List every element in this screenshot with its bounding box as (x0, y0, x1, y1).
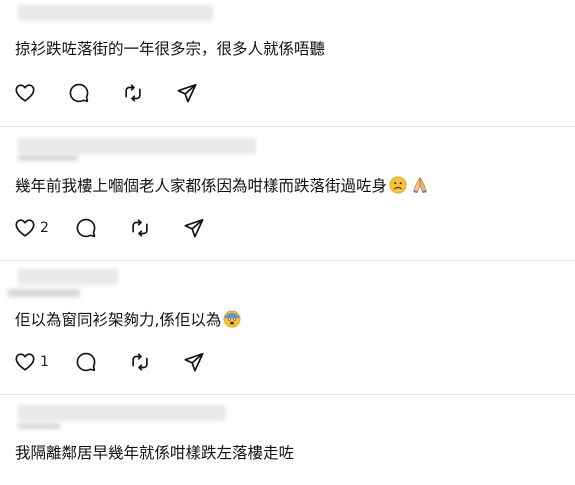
comment-text-body: 幾年前我樓上嗰個老人家都係因為咁樣而跌落街過咗身 (15, 177, 388, 195)
divider (0, 126, 575, 127)
blurred-username (18, 269, 118, 285)
like-count: 2 (40, 220, 49, 236)
comment-icon (69, 83, 89, 103)
share-icon (184, 352, 204, 372)
comment-actions: 2 (14, 216, 205, 240)
comment-text: 佢以為窗同衫架夠力,係佢以為 (15, 309, 241, 331)
heart-icon (15, 219, 35, 237)
heart-icon (15, 84, 35, 102)
blurred-username (18, 5, 213, 21)
share-icon (184, 218, 204, 238)
like-count: 1 (40, 354, 49, 370)
divider (0, 260, 575, 261)
comment-text: 幾年前我樓上嗰個老人家都係因為咁樣而跌落街過咗身 (15, 175, 429, 197)
fearful-face-emoji (223, 310, 241, 328)
folded-hands-emoji (413, 177, 427, 194)
repost-button[interactable] (122, 81, 144, 105)
blurred-handle (18, 423, 60, 429)
comment-actions: 1 (14, 350, 205, 374)
comment-text-body: 佢以為窗同衫架夠力,係佢以為 (15, 311, 222, 329)
blurred-username (18, 138, 256, 154)
comment-button[interactable] (68, 81, 90, 105)
divider (0, 394, 575, 395)
heart-icon (15, 353, 35, 371)
share-icon (177, 83, 197, 103)
repost-icon (132, 353, 148, 371)
comment-icon (76, 352, 96, 372)
comment-text: 我隔離鄰居早幾年就係咁樣跌左落樓走咗 (15, 444, 295, 462)
repost-icon (125, 84, 141, 102)
blurred-handle (8, 289, 80, 297)
comment-icon (76, 218, 96, 238)
comment-text: 掠衫跌咗落街的一年很多宗，很多人就係唔聽 (15, 40, 326, 58)
share-button[interactable] (183, 216, 205, 240)
share-button[interactable] (183, 350, 205, 374)
repost-button[interactable] (129, 216, 151, 240)
repost-icon (132, 219, 148, 237)
comment-actions (14, 81, 198, 105)
like-button[interactable] (14, 81, 36, 105)
like-button[interactable]: 2 (14, 216, 49, 240)
share-button[interactable] (176, 81, 198, 105)
like-button[interactable]: 1 (14, 350, 49, 374)
sad-face-emoji (389, 176, 407, 194)
repost-button[interactable] (129, 350, 151, 374)
blurred-username (18, 405, 226, 421)
comment-button[interactable] (75, 216, 97, 240)
blurred-handle (18, 155, 78, 161)
comment-button[interactable] (75, 350, 97, 374)
